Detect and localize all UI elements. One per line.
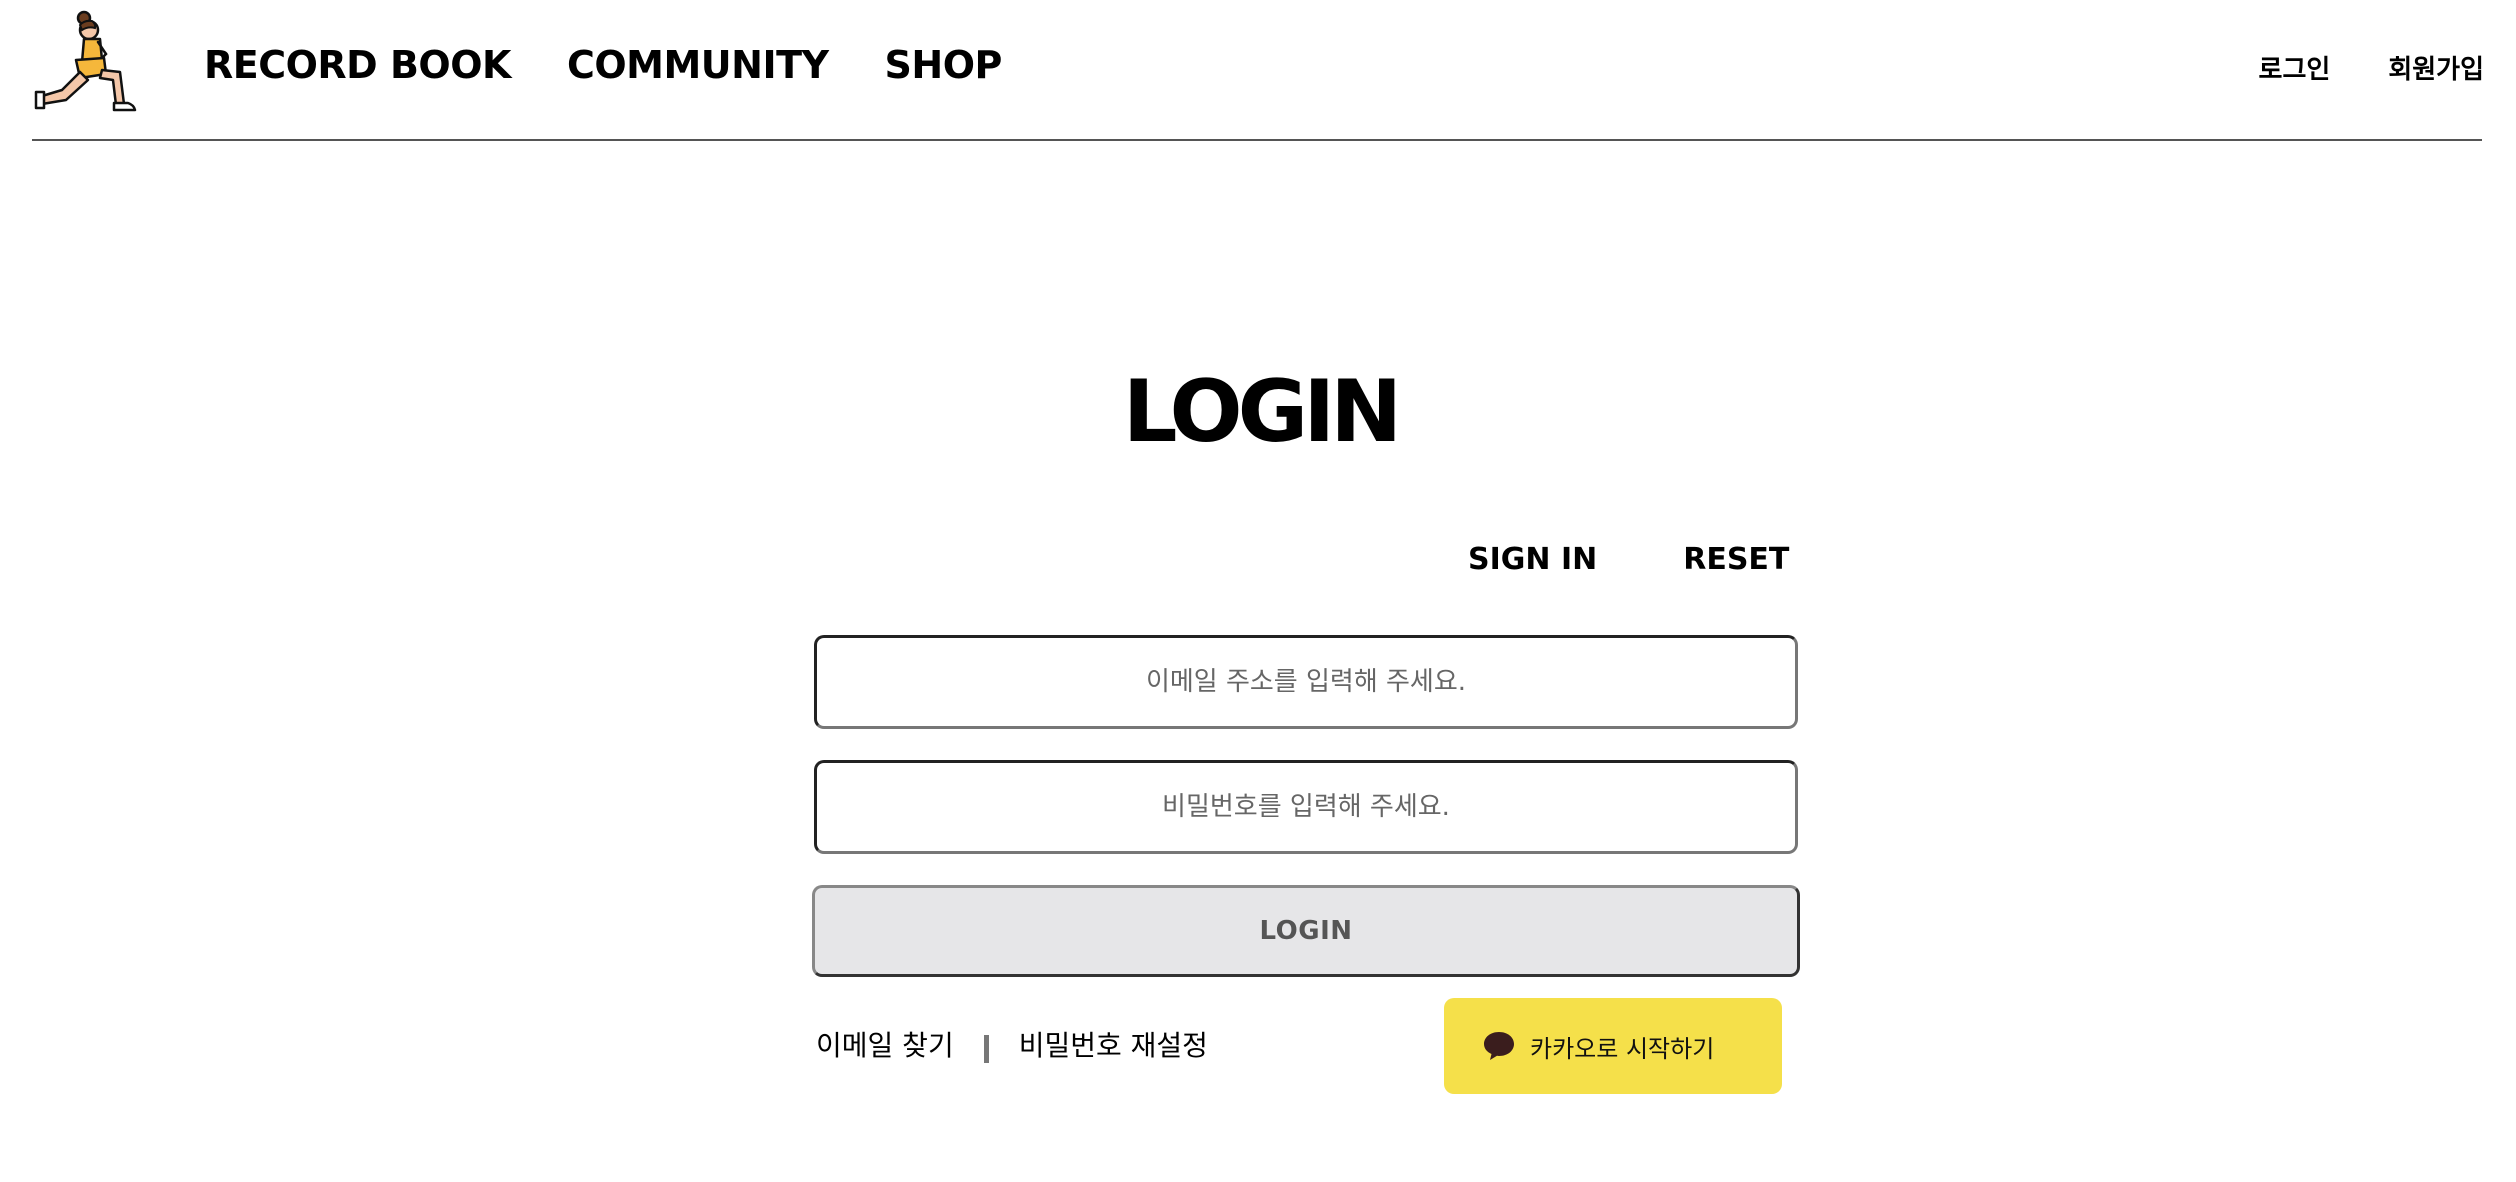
- header-divider: [32, 139, 2482, 141]
- tab-sign-in[interactable]: SIGN IN: [1468, 540, 1597, 580]
- password-field[interactable]: [814, 760, 1798, 854]
- find-email-link[interactable]: 이메일 찾기: [816, 1026, 954, 1066]
- reset-password-link[interactable]: 비밀번호 재설정: [1019, 1026, 1208, 1066]
- main-nav: RECORD BOOK COMMUNITY SHOP: [204, 40, 1002, 90]
- site-header: RECORD BOOK COMMUNITY SHOP 로그인 회원가입: [0, 0, 2516, 140]
- account-help-links: 이메일 찾기 비밀번호 재설정: [816, 1026, 1208, 1066]
- login-link[interactable]: 로그인: [2259, 52, 2331, 88]
- speech-bubble-icon: [1484, 1032, 1514, 1060]
- link-separator: [983, 1035, 989, 1063]
- nav-community[interactable]: COMMUNITY: [567, 40, 829, 90]
- kakao-button-label: 카카오로 시작하기: [1530, 1034, 1715, 1063]
- login-button[interactable]: LOGIN: [812, 885, 1800, 977]
- tab-reset[interactable]: RESET: [1683, 540, 1789, 580]
- kakao-login-button[interactable]: 카카오로 시작하기: [1444, 998, 1782, 1094]
- lunging-woman-icon[interactable]: [32, 8, 148, 116]
- email-field[interactable]: [814, 635, 1798, 729]
- signup-link[interactable]: 회원가입: [2388, 52, 2484, 88]
- page-title: LOGIN: [1122, 362, 1402, 462]
- auth-links: 로그인 회원가입: [2259, 52, 2484, 88]
- login-tabs: SIGN IN RESET: [1468, 540, 1789, 580]
- nav-shop[interactable]: SHOP: [885, 40, 1003, 90]
- nav-record-book[interactable]: RECORD BOOK: [204, 40, 511, 90]
